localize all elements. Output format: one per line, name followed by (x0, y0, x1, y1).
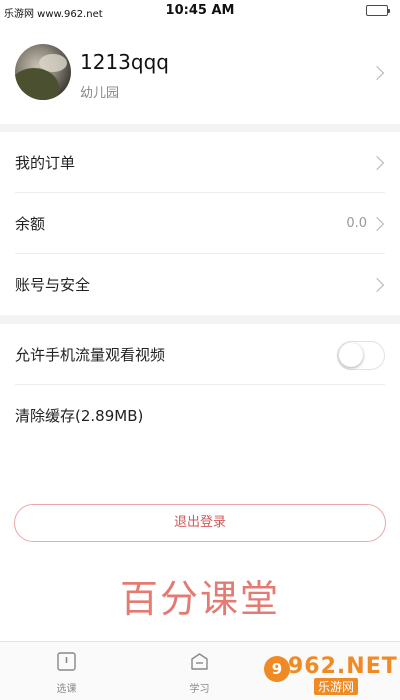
chevron-right-icon (369, 155, 385, 171)
site-badge-dot: 9 (264, 656, 290, 682)
status-time: 10:45 AM (165, 3, 235, 18)
study-icon (191, 653, 208, 670)
tab-label: 选课 (56, 684, 77, 695)
toggle-knob[interactable] (339, 343, 363, 367)
menu-item-balance[interactable]: 余额 0.0 (0, 193, 400, 254)
avatar[interactable] (15, 44, 71, 100)
logout-button[interactable]: 退出登录 (14, 504, 386, 542)
menu-item-orders[interactable]: 我的订单 (0, 132, 400, 193)
menu-item-mobile-data: 允许手机流量观看视频 (0, 324, 400, 385)
status-bar: 乐游网 www.962.net 10:45 AM (0, 0, 400, 24)
brand-watermark: 百分课堂 (119, 577, 280, 621)
chevron-right-icon (369, 277, 385, 293)
avatar-hill (15, 68, 59, 100)
clear-cache-label: 清除缓存(2.89MB) (15, 407, 144, 425)
tab-study[interactable]: 学习 (133, 642, 266, 700)
tab-course-select[interactable]: 选课 (0, 642, 133, 700)
mobile-data-label: 允许手机流量观看视频 (15, 346, 166, 364)
battery-icon (366, 5, 390, 16)
section-gap (0, 124, 400, 132)
menu-item-label: 我的订单 (15, 154, 76, 172)
profile-name: 1213qqq (80, 50, 169, 74)
menu-item-label: 余额 (15, 215, 46, 233)
mobile-data-toggle[interactable] (337, 341, 385, 370)
site-badge-bottom: 乐游网 (314, 678, 359, 695)
section-gap (0, 315, 400, 324)
course-select-icon (57, 652, 76, 671)
profile-header[interactable]: 1213qqq 幼儿园 (0, 24, 400, 124)
chevron-right-icon (369, 65, 385, 81)
menu-item-clear-cache[interactable]: 清除缓存(2.89MB) (0, 385, 400, 446)
tab-label: 学习 (189, 684, 210, 695)
chevron-right-icon (369, 216, 385, 232)
menu-item-label: 账号与安全 (15, 276, 91, 294)
balance-value: 0.0 (346, 216, 367, 231)
profile-subtitle: 幼儿园 (80, 86, 120, 101)
site-badge-logo: 9 962.NET 乐游网 (264, 654, 398, 696)
site-badge-top: 962.NET (288, 654, 398, 679)
menu-item-account-security[interactable]: 账号与安全 (0, 254, 400, 315)
